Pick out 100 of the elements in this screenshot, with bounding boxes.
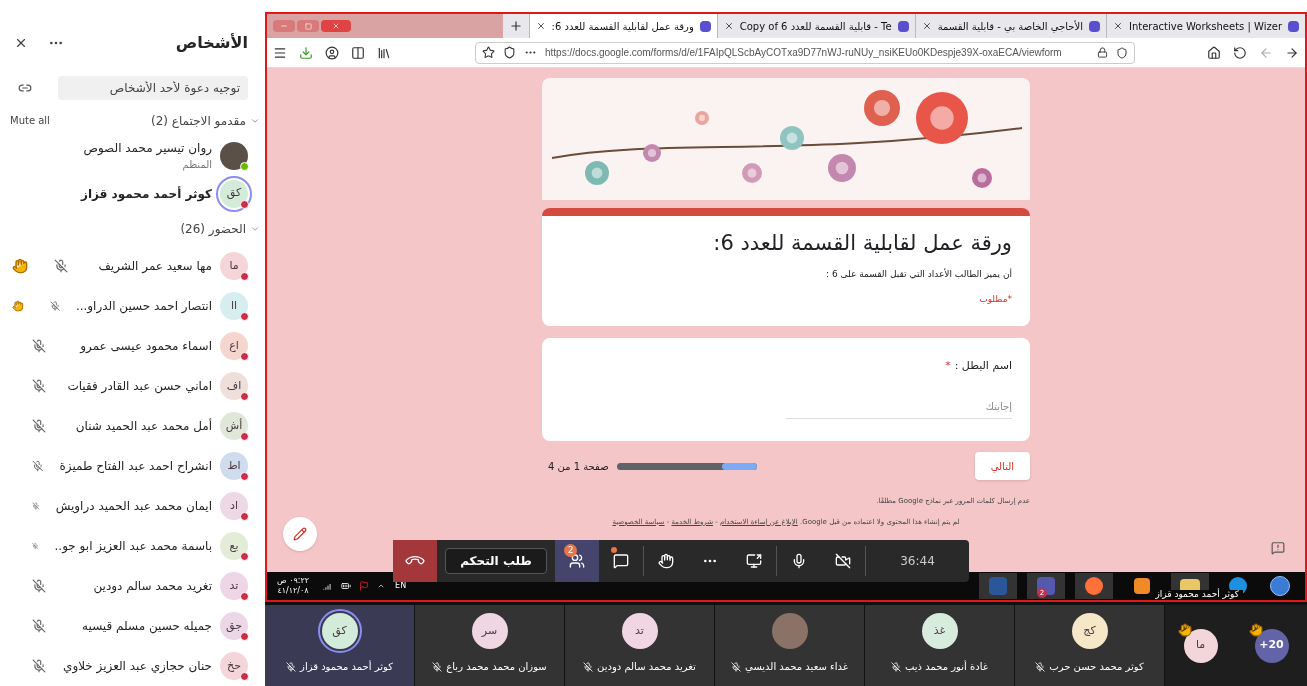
- feedback-icon[interactable]: [1271, 541, 1285, 555]
- url-text: https://docs.google.com/forms/d/e/1FAIpQLScbAyCOTxa9D77nWJ-ruNUy_nsiKEUo0KDespje39X-oxaECA/viewform: [545, 46, 1062, 60]
- camera-off-icon: [835, 553, 851, 569]
- mic-off-icon: [432, 661, 443, 672]
- video-tile[interactable]: كق كوثر أحمد محمود قزاز: [265, 605, 414, 686]
- person-name: جميله حسين مسلم قيسيه: [82, 618, 212, 635]
- video-tile[interactable]: سر سوزان محمد محمد رباع: [415, 605, 564, 686]
- reload-icon[interactable]: [1233, 45, 1247, 60]
- mic-off-icon: [32, 379, 46, 393]
- hang-up-button[interactable]: [393, 540, 437, 582]
- address-bar[interactable]: https://docs.google.com/forms/d/e/1FAIpQLScbAyCOTxa9D77nWJ-ruNUy_nsiKEUo0KDespje39X-oxaECA/viewform: [475, 41, 1135, 64]
- person-role: المنظم: [181, 158, 212, 172]
- close-icon: [332, 22, 340, 30]
- next-button[interactable]: التالي: [974, 452, 1030, 480]
- section-label: الحضور (26): [180, 221, 246, 239]
- browser-tab[interactable]: ورقة عمل لقابلية القسمة للعدد 6:: [528, 14, 717, 38]
- maximize-icon: [304, 22, 312, 30]
- request-control-button[interactable]: طلب التحكم: [445, 548, 547, 574]
- mic-off-icon: [32, 459, 44, 473]
- favicon-icon: [1288, 20, 1299, 32]
- mic-off-icon: [731, 661, 742, 672]
- hand-icon: [658, 553, 674, 569]
- video-tile[interactable]: تد تغريد محمد سالم دودين: [565, 605, 714, 686]
- close-icon[interactable]: [1112, 21, 1123, 31]
- avatar: اد: [220, 492, 248, 520]
- avatar: اف: [220, 372, 248, 400]
- avatar: غذ: [921, 613, 958, 649]
- mic-off-icon: [32, 659, 46, 673]
- person-name: كوثر أحمد محمود قزاز: [81, 185, 212, 203]
- favicon-icon: [699, 20, 711, 32]
- mic-off-icon: [32, 619, 46, 633]
- star-icon[interactable]: [482, 46, 495, 59]
- sidebar-icon[interactable]: [351, 45, 365, 60]
- person-name: باسمة محمد عبد العزيز ابو جو..: [54, 538, 212, 555]
- call-timer: 36:44: [899, 553, 936, 570]
- menu-icon[interactable]: [273, 45, 287, 60]
- avatar: اا: [220, 292, 248, 320]
- flag-icon: [359, 581, 370, 591]
- participant-name: تغريد محمد سالم دودين: [597, 660, 696, 674]
- avatar: ما: [1183, 628, 1218, 663]
- mic-off-icon: [286, 661, 297, 672]
- close-icon[interactable]: [921, 21, 932, 31]
- download-icon[interactable]: [299, 45, 313, 60]
- raised-hand-icon: [12, 258, 28, 274]
- answer-field[interactable]: إجابتك: [786, 394, 1012, 419]
- participant-name: كوثر أحمد محمود قزاز: [300, 659, 393, 674]
- favicon-icon: [897, 20, 909, 32]
- close-icon[interactable]: [723, 21, 734, 31]
- participant-name: سوزان محمد محمد رباع: [446, 660, 547, 674]
- avatar: حخ: [220, 652, 248, 680]
- participant-name: غادة أنور محمد ذيب: [905, 659, 988, 674]
- notification-badge: 2: [564, 544, 577, 557]
- avatar: أش: [220, 412, 248, 440]
- person-name: انتصار احمد حسين الدراو...: [75, 298, 212, 315]
- library-icon[interactable]: [377, 45, 391, 60]
- mic-off-icon: [32, 579, 46, 593]
- mic-off-icon: [583, 661, 594, 672]
- mic-off-icon: [32, 499, 40, 513]
- close-icon[interactable]: [535, 21, 546, 31]
- chat-icon: [613, 553, 629, 569]
- video-tile[interactable]: غذ غادة أنور محمد ذيب: [865, 605, 1014, 686]
- mic-off-icon: [32, 419, 46, 433]
- avatar: تد: [621, 613, 658, 649]
- invite-field[interactable]: توجيه دعوة لأحد الأشخاص: [58, 76, 248, 101]
- firefox-taskbar-icon[interactable]: [1075, 573, 1113, 599]
- panel-title: الأشخاص: [175, 31, 248, 54]
- person-name: انشراح احمد عبد الفتاح طميزة: [59, 458, 212, 475]
- mic-off-icon: [32, 339, 46, 353]
- video-tile[interactable]: كج كوثر محمد حسن حرب: [1015, 605, 1164, 686]
- mic-off-icon: [1035, 661, 1046, 672]
- participant-name: كوثر محمد حسن حرب: [1049, 660, 1144, 674]
- account-icon[interactable]: [325, 45, 339, 60]
- forward-icon[interactable]: [1285, 45, 1299, 60]
- signal-icon: [323, 581, 334, 591]
- avatar: كج: [1071, 613, 1108, 649]
- minimize-icon: [280, 22, 288, 30]
- person-name: روان تيسير محمد الصوص: [83, 140, 212, 157]
- person-name: أمل محمد عبد الحميد شنان: [75, 417, 212, 435]
- favicon-icon: [1088, 20, 1100, 32]
- profile-photo: [771, 613, 808, 649]
- mute-all-button[interactable]: Mute all: [10, 113, 50, 129]
- person-name: ايمان محمد عبد الحميد دراويش: [55, 498, 212, 515]
- new-tab-icon[interactable]: [508, 19, 523, 33]
- required-note: *مطلوب: [978, 293, 1012, 306]
- mic-off-icon: [49, 299, 60, 313]
- home-icon[interactable]: [1207, 45, 1221, 60]
- avatar: جق: [220, 612, 248, 640]
- raised-hand-icon: [12, 298, 24, 314]
- pencil-icon: [293, 527, 307, 541]
- tray-caret-icon[interactable]: [377, 582, 386, 590]
- profile-photo: [220, 141, 248, 170]
- person-name: تغريد محمد سالم دودين: [93, 578, 212, 595]
- shield-icon[interactable]: [1116, 46, 1128, 59]
- clock-date: ٤١/١٢/٠٨: [277, 587, 309, 595]
- avatar: ما: [220, 252, 248, 280]
- section-label: مقدمو الاجتماع (2): [150, 112, 246, 130]
- avatar: اط: [220, 452, 248, 480]
- video-tile[interactable]: غداء سعيد محمد الديسي: [715, 605, 864, 686]
- battery-icon: [341, 581, 352, 591]
- people-icon: [569, 553, 585, 569]
